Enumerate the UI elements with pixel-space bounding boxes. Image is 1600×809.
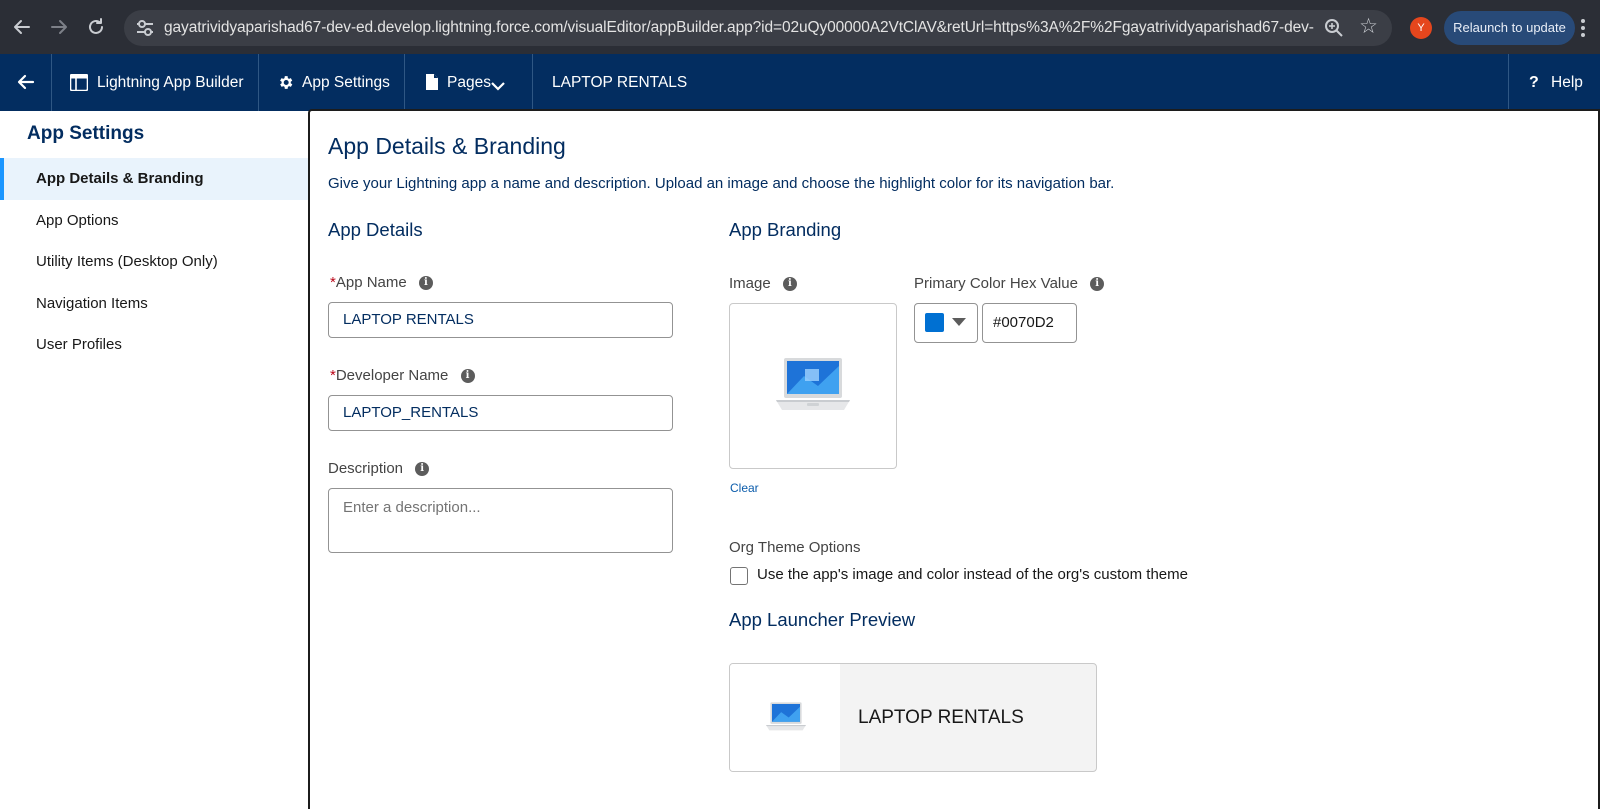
app-image-upload[interactable] — [729, 303, 897, 469]
caret-down-icon — [952, 318, 966, 326]
forward-icon[interactable] — [47, 15, 71, 39]
theme-checkbox-label[interactable]: Use the app's image and color instead of… — [757, 566, 1188, 583]
url-text[interactable]: gayatrividyaparishad67-dev-ed.develop.li… — [164, 10, 1314, 46]
app-launcher-preview-card: LAPTOP RENTALS — [729, 663, 1097, 772]
app-builder-header: Lightning App Builder App Settings Pages… — [0, 54, 1600, 111]
page-subtitle: Give your Lightning app a name and descr… — [328, 175, 1115, 192]
developer-name-input[interactable]: LAPTOP_RENTALS — [328, 395, 673, 431]
color-swatch — [925, 313, 944, 332]
app-name-input[interactable]: LAPTOP RENTALS — [328, 302, 673, 338]
zoom-icon[interactable] — [1324, 18, 1344, 38]
image-label-text: Image — [729, 275, 771, 292]
lightning-app-builder-label[interactable]: Lightning App Builder — [97, 54, 244, 111]
help-link[interactable]: Help — [1551, 54, 1583, 111]
developer-name-label-text: Developer Name — [335, 367, 449, 384]
app-launcher-preview-heading: App Launcher Preview — [729, 609, 916, 630]
info-icon[interactable]: i — [1090, 277, 1105, 292]
sidebar-item-app-options[interactable]: App Options — [0, 200, 309, 242]
app-settings-tab[interactable]: App Settings — [302, 54, 390, 111]
description-textarea[interactable]: Enter a description... — [328, 488, 673, 553]
sidebar-item-user-profiles[interactable]: User Profiles — [0, 324, 309, 366]
app-branding-heading: App Branding — [729, 219, 842, 240]
laptop-image-small — [765, 701, 807, 740]
settings-sidebar: App Settings App Details & Branding App … — [0, 111, 309, 809]
bookmark-star-icon[interactable]: ☆ — [1359, 16, 1378, 38]
hex-color-input[interactable]: #0070D2 — [982, 303, 1077, 343]
org-theme-label: Org Theme Options — [729, 539, 861, 556]
app-name-title: LAPTOP RENTALS — [552, 74, 688, 91]
developer-name-label: *Developer Name i — [330, 367, 475, 384]
browser-toolbar: gayatrividyaparishad67-dev-ed.develop.li… — [0, 0, 1600, 54]
info-icon[interactable]: i — [782, 277, 797, 292]
theme-checkbox[interactable] — [730, 567, 748, 585]
primary-color-label: Primary Color Hex Value i — [914, 275, 1105, 292]
site-settings-icon[interactable] — [134, 18, 156, 38]
gear-icon — [277, 74, 294, 96]
app-name-label-text: App Name — [335, 274, 407, 291]
info-icon[interactable]: i — [418, 276, 433, 291]
sidebar-item-app-details-branding[interactable]: App Details & Branding — [0, 158, 309, 200]
main-panel: App Details & Branding Give your Lightni… — [308, 109, 1600, 809]
info-icon[interactable]: i — [460, 369, 475, 384]
page-title: App Details & Branding — [328, 133, 566, 159]
relaunch-button[interactable]: Relaunch to update — [1444, 11, 1575, 45]
color-picker-button[interactable] — [914, 303, 978, 343]
page-icon — [425, 73, 439, 96]
description-label-text: Description — [328, 460, 404, 477]
pages-menu[interactable]: Pages — [447, 54, 491, 111]
description-label: Description i — [328, 460, 430, 477]
arrow-left-icon[interactable] — [16, 72, 36, 97]
laptop-image — [774, 356, 852, 423]
preview-image-area — [730, 664, 840, 771]
chevron-down-icon[interactable] — [491, 78, 505, 96]
sidebar-item-utility-items[interactable]: Utility Items (Desktop Only) — [0, 241, 309, 283]
image-label: Image i — [729, 275, 797, 292]
info-icon[interactable]: i — [415, 462, 430, 477]
preview-app-name: LAPTOP RENTALS — [858, 707, 1024, 728]
question-icon[interactable]: ? — [1529, 54, 1539, 111]
clear-image-link[interactable]: Clear — [730, 481, 759, 495]
address-bar[interactable]: gayatrividyaparishad67-dev-ed.develop.li… — [124, 10, 1392, 46]
profile-avatar[interactable]: Y — [1410, 17, 1432, 39]
sidebar-heading: App Settings — [27, 123, 145, 144]
app-name-label: *App Name i — [330, 274, 433, 291]
sidebar-item-navigation-items[interactable]: Navigation Items — [0, 283, 309, 325]
app-builder-icon — [69, 73, 89, 96]
back-icon[interactable] — [10, 15, 34, 39]
reload-icon[interactable] — [84, 15, 108, 39]
app-details-heading: App Details — [328, 219, 423, 240]
more-menu-icon[interactable] — [1580, 17, 1586, 39]
primary-color-label-text: Primary Color Hex Value — [914, 275, 1078, 292]
